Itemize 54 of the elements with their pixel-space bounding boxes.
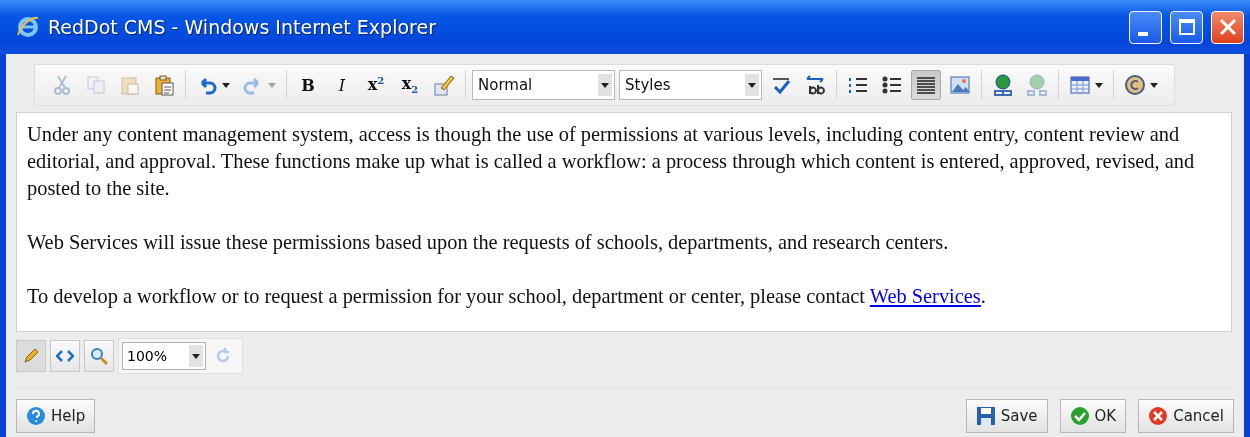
- caret-icon: [268, 82, 276, 88]
- toolbar-button[interactable]: [911, 70, 941, 100]
- caret-icon: [1095, 82, 1103, 88]
- minimize-button[interactable]: [1129, 10, 1162, 44]
- format-button[interactable]: x$_{2}$: [395, 70, 425, 100]
- mode-button[interactable]: [50, 340, 80, 372]
- mode-button[interactable]: [16, 340, 46, 372]
- close-icon: [1218, 18, 1237, 36]
- magnifier-icon: [90, 347, 108, 365]
- format-dropdown[interactable]: Styles: [619, 70, 762, 100]
- help-icon: [26, 406, 46, 426]
- minimize-icon: [1137, 31, 1148, 36]
- clipboard-document-icon: [153, 74, 175, 96]
- caret-icon: [748, 82, 756, 88]
- window-title: RedDot CMS - Windows Internet Explorer: [48, 16, 437, 38]
- dialog-button[interactable]: Save: [965, 399, 1048, 433]
- copy-icon: [85, 74, 107, 96]
- format-button[interactable]: B: [293, 70, 323, 100]
- maximize-icon: [1177, 18, 1196, 36]
- replace-icon: [804, 74, 826, 96]
- scissors-icon: [51, 74, 73, 96]
- caret-icon: [1150, 82, 1158, 88]
- format-button[interactable]: I: [327, 70, 357, 100]
- maximize-button[interactable]: [1170, 10, 1203, 44]
- dialog-button[interactable]: Help: [16, 399, 96, 433]
- bullet-list-icon: [881, 74, 903, 96]
- caret-icon: [192, 353, 200, 359]
- format-dropdown[interactable]: Normal: [472, 70, 615, 100]
- code-icon: [56, 350, 74, 362]
- mode-button[interactable]: [84, 340, 114, 372]
- clipboard-icon: [119, 74, 141, 96]
- paragraph: Under any content management system, access is though the use of permissions at various levels, including content entry, content review and editorial, and approval. These functions make up what is called a workflow: a process through which content is entered, approved, revised, and posted to the site.: [27, 122, 1196, 202]
- cancel-icon: [1148, 406, 1169, 426]
- copyright-icon: [1124, 74, 1146, 96]
- caret-icon: [222, 82, 230, 88]
- caret-icon: [601, 82, 609, 88]
- link[interactable]: Web Services: [869, 285, 981, 307]
- editor-area[interactable]: [16, 112, 1232, 332]
- pencil-icon: [23, 348, 39, 364]
- check-icon: [1069, 406, 1090, 426]
- globe-unlink-icon: [1026, 74, 1048, 96]
- paragraph: To develop a workflow or to request a permission for your school, department or center, please contact Web Services.: [27, 284, 987, 310]
- dialog-button[interactable]: Cancel: [1138, 399, 1234, 433]
- dialog-button[interactable]: OK: [1059, 399, 1127, 433]
- justify-icon: [915, 74, 937, 96]
- close-button[interactable]: [1211, 10, 1244, 44]
- zoom-dropdown[interactable]: 100%: [122, 342, 206, 370]
- globe-link-icon: [992, 74, 1014, 96]
- paragraph: Web Services will issue these permissions based upon the requests of schools, departments, and research centers.: [27, 230, 950, 256]
- brush-icon: [433, 74, 455, 96]
- image-icon: [949, 74, 971, 96]
- browser-icon: [16, 15, 40, 39]
- format-button[interactable]: x$^{2}$: [361, 70, 391, 100]
- table-icon: [1069, 74, 1091, 96]
